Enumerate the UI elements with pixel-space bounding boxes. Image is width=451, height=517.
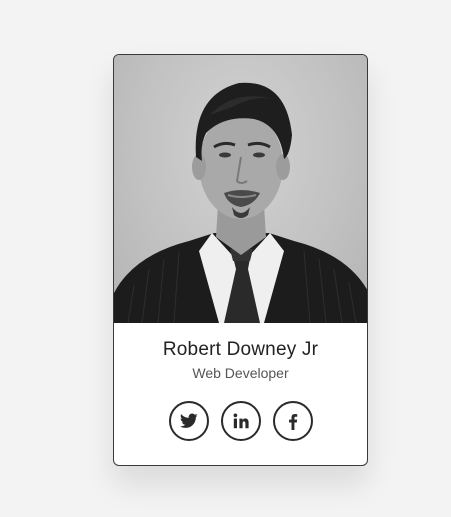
twitter-button[interactable] [168,401,209,441]
profile-card: Robert Downey Jr Web Developer [113,54,368,466]
linkedin-button[interactable] [220,401,261,441]
twitter-icon [179,413,198,428]
social-links [114,401,367,441]
facebook-button[interactable] [272,401,313,441]
linkedin-icon [233,413,249,429]
profile-role: Web Developer [192,365,289,381]
facebook-icon [288,413,297,430]
portrait-illustration [114,82,367,323]
profile-name: Robert Downey Jr [162,339,319,360]
profile-photo [114,55,367,323]
